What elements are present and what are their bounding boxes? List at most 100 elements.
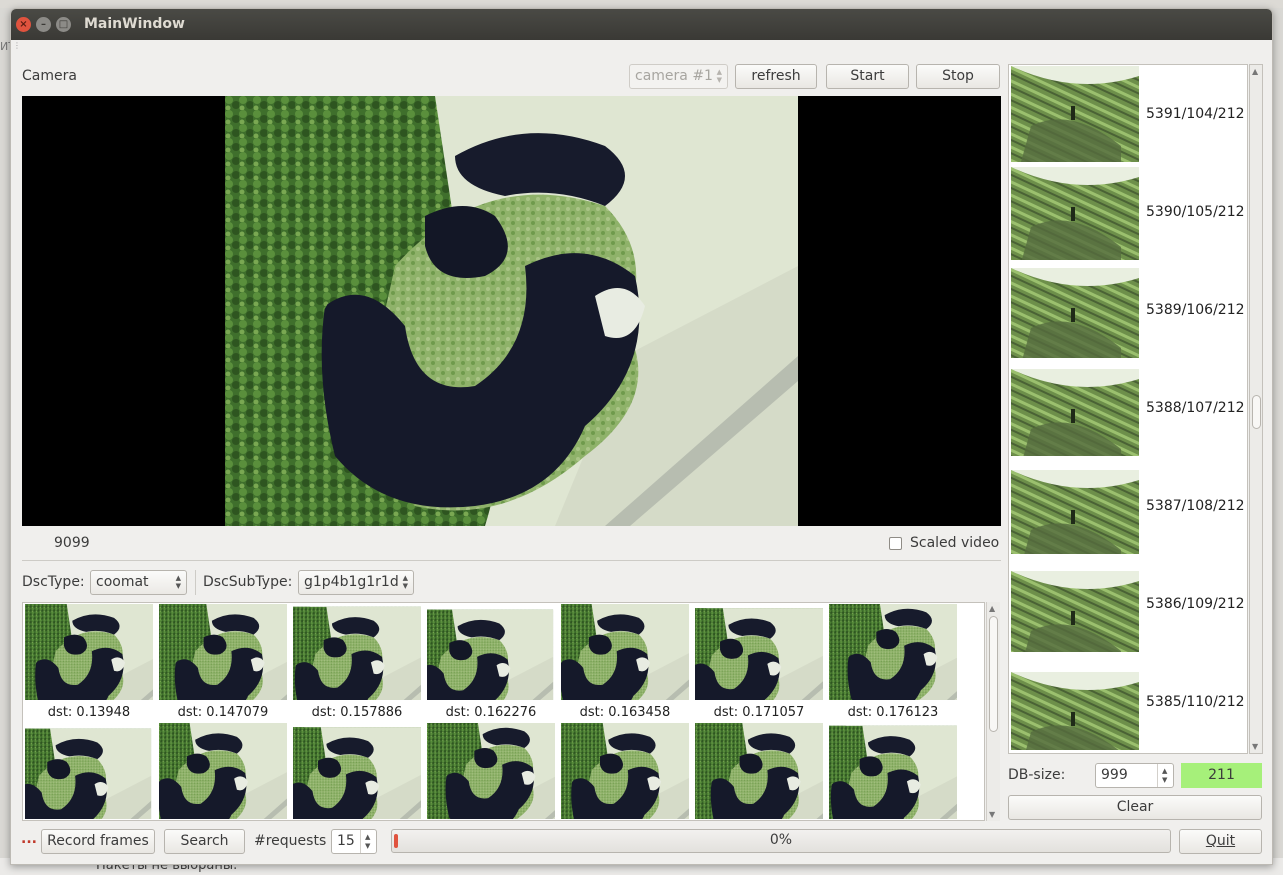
result-distance: dst: 0.176123 [847, 705, 939, 720]
result-thumbnail [561, 604, 689, 700]
requests-value: 15 [337, 833, 355, 849]
refresh-button[interactable]: refresh [735, 64, 817, 89]
result-thumbnail [293, 723, 421, 819]
database-frame-id: 5388/107/212 [1146, 400, 1245, 416]
record-frames-button[interactable]: Record frames [41, 829, 155, 854]
scaled-video-checkbox[interactable] [889, 537, 902, 550]
dsc-type-select[interactable]: coomat ▲ ▼ [90, 570, 187, 595]
camera-label: Camera [22, 68, 77, 84]
result-item[interactable]: dst: 0.13948 [25, 604, 153, 724]
scroll-up-icon[interactable]: ▲ [1252, 67, 1258, 76]
stop-button[interactable]: Stop [916, 64, 1000, 89]
window-title: MainWindow [84, 16, 185, 32]
result-thumbnail [695, 604, 823, 700]
result-thumbnail [695, 723, 823, 819]
db-size-spinbox[interactable]: 999 ▲ ▼ [1095, 763, 1174, 788]
result-item[interactable]: dst: 0.157886 [293, 604, 421, 724]
database-frame-thumbnail [1011, 458, 1139, 554]
result-item[interactable] [25, 723, 153, 820]
spin-arrows-icon: ▲ ▼ [402, 574, 408, 590]
result-thumbnail [427, 723, 555, 819]
spin-arrows-icon[interactable]: ▲ ▼ [1157, 764, 1173, 787]
clear-button[interactable]: Clear [1008, 795, 1262, 820]
camera-video-view[interactable] [22, 96, 1001, 526]
database-frame-item[interactable]: 5390/105/212 [1011, 164, 1246, 260]
dsc-subtype-value: g1p4b1g1r1d [304, 574, 399, 590]
dsc-subtype-select[interactable]: g1p4b1g1r1d ▲ ▼ [298, 570, 414, 595]
database-frame-thumbnail [1011, 262, 1139, 358]
toolbar-grip-icon[interactable]: ⋮ [13, 42, 21, 50]
search-results-list[interactable]: dst: 0.13948 dst: 0.147079 dst: 0.157886 ds… [22, 602, 985, 821]
scroll-down-icon[interactable]: ▼ [989, 810, 995, 819]
desktop-top-strip [0, 0, 1283, 8]
database-frame-thumbnail [1011, 654, 1139, 750]
result-item[interactable]: dst: 0.163458 [561, 604, 689, 724]
dsc-type-value: coomat [96, 574, 149, 590]
result-item[interactable]: dst: 0.147079 [159, 604, 287, 724]
spin-arrows-icon[interactable]: ▲ ▼ [360, 830, 376, 853]
database-frame-item[interactable]: 5391/104/212 [1011, 66, 1246, 162]
separator [195, 570, 196, 595]
quit-button[interactable]: Quit [1179, 829, 1262, 854]
database-frame-item[interactable]: 5388/107/212 [1011, 360, 1246, 456]
requests-label: #requests [254, 833, 327, 849]
database-frame-item[interactable]: 5385/110/212 [1011, 654, 1246, 750]
requests-spinbox[interactable]: 15 ▲ ▼ [331, 829, 377, 854]
search-progress-bar: 0% [391, 829, 1171, 853]
database-frame-thumbnail [1011, 556, 1139, 652]
maximize-window-button[interactable]: □ [56, 17, 71, 32]
database-frame-id: 5385/110/212 [1146, 694, 1245, 710]
result-thumbnail [829, 604, 957, 700]
db-frame-count: 211 [1181, 763, 1262, 788]
result-item[interactable] [695, 723, 823, 820]
result-thumbnail [829, 723, 957, 819]
database-frame-item[interactable]: 5387/108/212 [1011, 458, 1246, 554]
database-scrollbar[interactable]: ▲ ▼ [1249, 64, 1263, 754]
camera-select[interactable]: camera #1 ▲ ▼ [629, 64, 728, 89]
title-bar: × – □ MainWindow [11, 9, 1272, 40]
database-frame-id: 5387/108/212 [1146, 498, 1245, 514]
frame-counter: 9099 [54, 535, 90, 551]
result-item[interactable]: dst: 0.162276 [427, 604, 555, 724]
result-distance: dst: 0.163458 [579, 705, 671, 720]
database-frame-id: 5389/106/212 [1146, 302, 1245, 318]
database-frame-id: 5391/104/212 [1146, 106, 1245, 122]
progress-text: 0% [769, 832, 793, 848]
scroll-down-icon[interactable]: ▼ [1252, 742, 1258, 751]
result-distance: dst: 0.147079 [177, 705, 269, 720]
minimize-window-button[interactable]: – [36, 17, 51, 32]
result-thumbnail [159, 723, 287, 819]
database-frame-id: 5390/105/212 [1146, 204, 1245, 220]
result-distance: dst: 0.157886 [311, 705, 403, 720]
section-divider [22, 560, 1001, 561]
database-frame-item[interactable]: 5389/106/212 [1011, 262, 1246, 358]
result-thumbnail [427, 604, 555, 700]
scaled-video-label: Scaled video [910, 535, 1000, 551]
main-window: × – □ MainWindow ⋮ Camera camera #1 ▲ ▼ r… [10, 8, 1273, 865]
result-item[interactable] [427, 723, 555, 820]
database-frame-thumbnail [1011, 360, 1139, 456]
close-window-button[interactable]: × [16, 17, 31, 32]
result-item[interactable] [829, 723, 957, 820]
spin-arrows-icon: ▲ ▼ [716, 68, 722, 84]
scroll-up-icon[interactable]: ▲ [989, 604, 995, 613]
result-item[interactable] [159, 723, 287, 820]
result-item[interactable]: dst: 0.171057 [695, 604, 823, 724]
database-frame-thumbnail [1011, 164, 1139, 260]
scroll-thumb[interactable] [989, 616, 998, 732]
result-thumbnail [561, 723, 689, 819]
results-scrollbar[interactable]: ▲ ▼ [986, 602, 1000, 821]
database-frames-list[interactable]: 5391/104/212 5390/105/212 5389/106/212 5388… [1008, 64, 1248, 754]
db-size-label: DB-size: [1008, 767, 1066, 783]
result-item[interactable] [561, 723, 689, 820]
result-item[interactable]: dst: 0.176123 [829, 604, 957, 724]
start-button[interactable]: Start [826, 64, 909, 89]
result-thumbnail [159, 604, 287, 700]
result-distance: dst: 0.13948 [47, 705, 131, 720]
database-frame-id: 5386/109/212 [1146, 596, 1245, 612]
database-frame-item[interactable]: 5386/109/212 [1011, 556, 1246, 652]
scroll-thumb[interactable] [1252, 395, 1261, 429]
result-distance: dst: 0.162276 [445, 705, 537, 720]
search-button[interactable]: Search [164, 829, 245, 854]
result-item[interactable] [293, 723, 421, 820]
